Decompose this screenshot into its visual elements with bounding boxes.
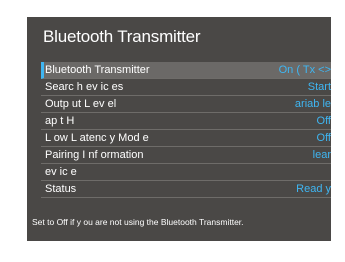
setting-row-output-level[interactable]: Outp ut L ev el ariab le xyxy=(41,96,331,113)
setting-label: Searc h ev ic es xyxy=(45,81,124,93)
setting-label: ev ic e xyxy=(45,166,77,178)
settings-list: Bluetooth Transmitter On ( Tx <> Searc h… xyxy=(41,62,331,198)
setting-value: Off xyxy=(316,132,331,144)
setting-row-status: Status Read y xyxy=(41,181,331,198)
setting-label: Outp ut L ev el xyxy=(45,98,117,110)
setting-value: ariab le xyxy=(294,98,331,110)
help-text: Set to Off if y ou are not using the Blu… xyxy=(32,217,244,227)
setting-label: Pairing I nf ormation xyxy=(45,149,144,161)
page-title: Bluetooth Transmitter xyxy=(43,27,201,46)
setting-label: L ow L atenc y Mod e xyxy=(45,132,149,144)
setting-value: lear xyxy=(312,149,331,161)
setting-label: ap t H xyxy=(45,115,75,127)
setting-label: Bluetooth Transmitter xyxy=(45,64,150,76)
setting-value: Off xyxy=(316,115,331,127)
left-right-arrows-icon: <> xyxy=(318,64,331,76)
settings-panel: Bluetooth Transmitter Bluetooth Transmit… xyxy=(27,17,331,241)
setting-row-aptx-hd[interactable]: ap t H Off xyxy=(41,113,331,130)
setting-row-search-devices[interactable]: Searc h ev ic es Start xyxy=(41,79,331,96)
setting-value: Start xyxy=(307,81,331,93)
setting-label: Status xyxy=(45,183,77,195)
setting-row-device[interactable]: ev ic e xyxy=(41,164,331,181)
setting-row-pairing-information[interactable]: Pairing I nf ormation lear xyxy=(41,147,331,164)
setting-value: On ( Tx <> xyxy=(278,64,331,76)
setting-row-bluetooth-transmitter[interactable]: Bluetooth Transmitter On ( Tx <> xyxy=(41,62,331,79)
setting-value: Read y xyxy=(296,183,331,195)
setting-row-low-latency-mode[interactable]: L ow L atenc y Mod e Off xyxy=(41,130,331,147)
